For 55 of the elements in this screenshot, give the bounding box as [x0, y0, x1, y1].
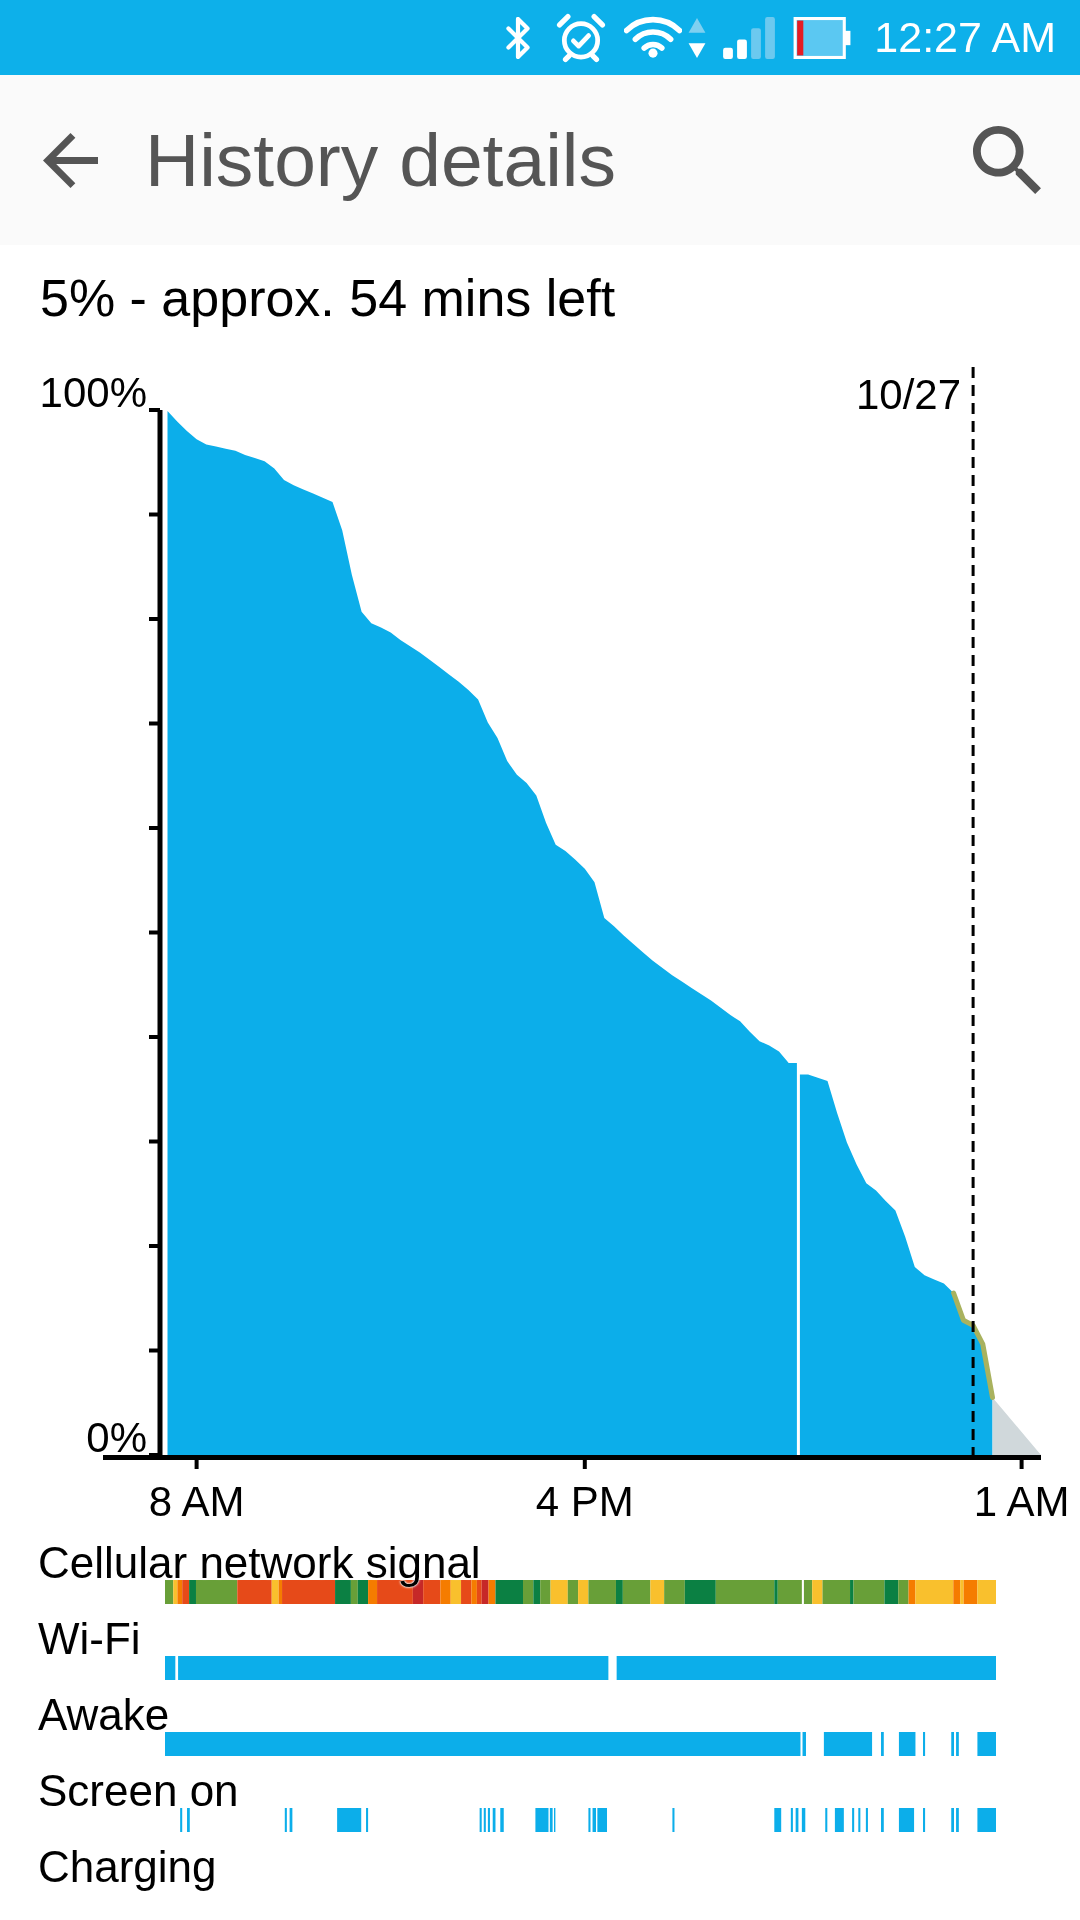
- awake-segment: [951, 1732, 954, 1757]
- x-tick-label: 8 AM: [148, 1478, 245, 1526]
- track-label: Cellular network signal: [38, 1538, 481, 1589]
- x-tick-label: 4 PM: [535, 1478, 634, 1526]
- screen-on-segment: [187, 1808, 190, 1833]
- screen-on-segment: [898, 1808, 915, 1833]
- signal-segment: [977, 1580, 996, 1605]
- screen-on-segment: [337, 1808, 362, 1833]
- awake-segment: [898, 1732, 916, 1757]
- x-tick-label: 1 AM: [973, 1478, 1070, 1526]
- y-tick-label: 100%: [39, 369, 147, 417]
- screen-on-segment: [500, 1808, 504, 1833]
- back-arrow-icon[interactable]: [43, 132, 98, 188]
- date-label: 10/27: [856, 371, 962, 419]
- screen-on-segment: [774, 1808, 782, 1833]
- signal-segment: [898, 1580, 909, 1605]
- screen-on-segment: [790, 1808, 793, 1833]
- screen-on-segment: [180, 1808, 183, 1833]
- screen-on-segment: [825, 1808, 828, 1833]
- screen-on-segment: [881, 1808, 884, 1833]
- screen-on-segment: [366, 1808, 369, 1833]
- awake-segment: [923, 1732, 926, 1757]
- screen-on-segment: [289, 1808, 293, 1833]
- screen-on-segment: [492, 1808, 496, 1833]
- track-label: Screen on: [38, 1766, 239, 1817]
- awake-segment: [881, 1732, 884, 1757]
- track-label: Awake: [38, 1690, 170, 1741]
- status-time: 12:27 AM: [874, 16, 1056, 59]
- awake-segment: [823, 1732, 873, 1757]
- awake-segment: [977, 1732, 996, 1757]
- battery-icon: [792, 16, 853, 59]
- battery-summary: 5% - approx. 54 mins left: [40, 269, 616, 327]
- projected-area: [992, 1397, 1041, 1456]
- data-arrows-icon: [688, 17, 707, 58]
- search-icon[interactable]: [973, 126, 1041, 194]
- screen-on-segment: [858, 1808, 861, 1833]
- screen-on-segment: [284, 1808, 287, 1833]
- screen-on-segment: [795, 1808, 799, 1833]
- screen-on-segment: [923, 1808, 926, 1833]
- screen-on-segment: [956, 1808, 959, 1833]
- screen-on-segment: [977, 1808, 996, 1833]
- track-label: Wi-Fi: [38, 1614, 141, 1665]
- screen-on-segment: [852, 1808, 855, 1833]
- alarm-clock-icon: [556, 12, 607, 63]
- y-tick-label: 0%: [86, 1414, 147, 1462]
- screen-on-segment: [801, 1808, 806, 1833]
- signal-bars-icon: [722, 16, 777, 59]
- screen-on-segment: [834, 1808, 844, 1833]
- track-label: Charging: [38, 1842, 217, 1893]
- screen-on-segment: [951, 1808, 954, 1833]
- awake-segment: [956, 1732, 959, 1757]
- wifi-segment: [165, 1656, 176, 1681]
- screen-on-segment: [865, 1808, 868, 1833]
- wifi-icon: [624, 15, 683, 60]
- screen-on-segment: [672, 1808, 675, 1833]
